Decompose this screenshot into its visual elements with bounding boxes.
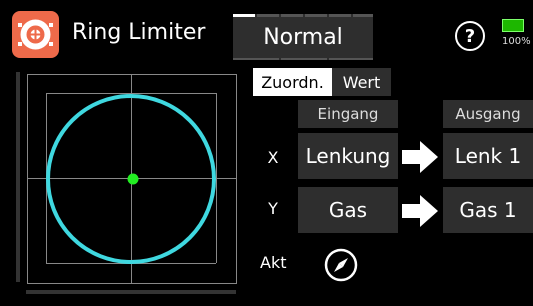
x-input-button[interactable]: Lenkung xyxy=(298,133,398,179)
arrow-right-icon xyxy=(402,141,438,173)
battery-percent: 100% xyxy=(502,36,531,47)
ring-limiter-icon[interactable] xyxy=(12,11,59,58)
ring-graph xyxy=(27,74,237,284)
column-input-header: Eingang xyxy=(298,100,398,128)
akt-label: Akt xyxy=(260,253,287,272)
column-output-header: Ausgang xyxy=(443,100,533,128)
tab-wert[interactable]: Wert xyxy=(332,68,391,96)
y-input-button[interactable]: Gas xyxy=(298,187,398,233)
tab-zuordn[interactable]: Zuordn. xyxy=(253,68,332,96)
graph-horizontal-scrollbar[interactable] xyxy=(26,290,236,294)
mode-button[interactable]: Normal xyxy=(233,14,373,60)
mode-label: Normal xyxy=(263,24,343,50)
position-point xyxy=(127,173,139,185)
compass-icon[interactable] xyxy=(323,247,359,283)
help-icon[interactable]: ? xyxy=(455,21,485,51)
page-title: Ring Limiter xyxy=(72,20,206,45)
graph-vertical-scrollbar[interactable] xyxy=(16,72,20,282)
row-y-label: Y xyxy=(268,199,278,218)
arrow-right-icon xyxy=(402,195,438,227)
y-output-button[interactable]: Gas 1 xyxy=(443,187,533,233)
battery-icon xyxy=(502,19,524,32)
row-x-label: X xyxy=(267,148,279,167)
x-output-button[interactable]: Lenk 1 xyxy=(443,133,533,179)
